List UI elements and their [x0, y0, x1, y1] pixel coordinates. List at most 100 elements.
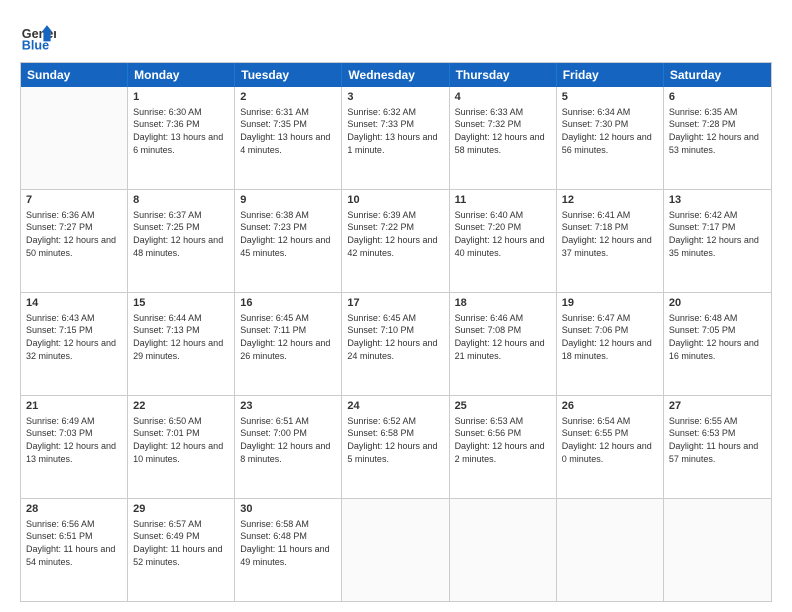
- calendar-cell: 10Sunrise: 6:39 AMSunset: 7:22 PMDayligh…: [342, 190, 449, 292]
- calendar-cell: 19Sunrise: 6:47 AMSunset: 7:06 PMDayligh…: [557, 293, 664, 395]
- calendar-header: SundayMondayTuesdayWednesdayThursdayFrid…: [21, 63, 771, 87]
- day-info: Sunrise: 6:31 AMSunset: 7:35 PMDaylight:…: [240, 106, 336, 156]
- day-info: Sunrise: 6:48 AMSunset: 7:05 PMDaylight:…: [669, 312, 766, 362]
- calendar-cell: [557, 499, 664, 601]
- calendar-cell: 2Sunrise: 6:31 AMSunset: 7:35 PMDaylight…: [235, 87, 342, 189]
- day-info: Sunrise: 6:58 AMSunset: 6:48 PMDaylight:…: [240, 518, 336, 568]
- day-header-saturday: Saturday: [664, 63, 771, 87]
- day-number: 18: [455, 296, 551, 311]
- day-number: 10: [347, 193, 443, 208]
- day-info: Sunrise: 6:56 AMSunset: 6:51 PMDaylight:…: [26, 518, 122, 568]
- calendar-cell: 14Sunrise: 6:43 AMSunset: 7:15 PMDayligh…: [21, 293, 128, 395]
- calendar-week-5: 28Sunrise: 6:56 AMSunset: 6:51 PMDayligh…: [21, 498, 771, 601]
- calendar-week-3: 14Sunrise: 6:43 AMSunset: 7:15 PMDayligh…: [21, 292, 771, 395]
- day-number: 19: [562, 296, 658, 311]
- day-number: 16: [240, 296, 336, 311]
- day-info: Sunrise: 6:32 AMSunset: 7:33 PMDaylight:…: [347, 106, 443, 156]
- calendar-cell: 16Sunrise: 6:45 AMSunset: 7:11 PMDayligh…: [235, 293, 342, 395]
- calendar-cell: 24Sunrise: 6:52 AMSunset: 6:58 PMDayligh…: [342, 396, 449, 498]
- day-number: 8: [133, 193, 229, 208]
- calendar-cell: 22Sunrise: 6:50 AMSunset: 7:01 PMDayligh…: [128, 396, 235, 498]
- day-info: Sunrise: 6:38 AMSunset: 7:23 PMDaylight:…: [240, 209, 336, 259]
- calendar-cell: 28Sunrise: 6:56 AMSunset: 6:51 PMDayligh…: [21, 499, 128, 601]
- day-info: Sunrise: 6:36 AMSunset: 7:27 PMDaylight:…: [26, 209, 122, 259]
- day-info: Sunrise: 6:57 AMSunset: 6:49 PMDaylight:…: [133, 518, 229, 568]
- day-number: 29: [133, 502, 229, 517]
- day-number: 14: [26, 296, 122, 311]
- day-number: 11: [455, 193, 551, 208]
- calendar-cell: 9Sunrise: 6:38 AMSunset: 7:23 PMDaylight…: [235, 190, 342, 292]
- calendar-cell: 18Sunrise: 6:46 AMSunset: 7:08 PMDayligh…: [450, 293, 557, 395]
- day-number: 1: [133, 90, 229, 105]
- day-header-friday: Friday: [557, 63, 664, 87]
- day-number: 26: [562, 399, 658, 414]
- day-header-sunday: Sunday: [21, 63, 128, 87]
- day-number: 22: [133, 399, 229, 414]
- calendar-body: 1Sunrise: 6:30 AMSunset: 7:36 PMDaylight…: [21, 87, 771, 601]
- day-info: Sunrise: 6:37 AMSunset: 7:25 PMDaylight:…: [133, 209, 229, 259]
- day-info: Sunrise: 6:42 AMSunset: 7:17 PMDaylight:…: [669, 209, 766, 259]
- calendar-cell: 6Sunrise: 6:35 AMSunset: 7:28 PMDaylight…: [664, 87, 771, 189]
- day-number: 2: [240, 90, 336, 105]
- day-number: 12: [562, 193, 658, 208]
- calendar-cell: [664, 499, 771, 601]
- calendar-cell: 20Sunrise: 6:48 AMSunset: 7:05 PMDayligh…: [664, 293, 771, 395]
- day-number: 27: [669, 399, 766, 414]
- calendar-cell: 29Sunrise: 6:57 AMSunset: 6:49 PMDayligh…: [128, 499, 235, 601]
- day-info: Sunrise: 6:55 AMSunset: 6:53 PMDaylight:…: [669, 415, 766, 465]
- day-number: 30: [240, 502, 336, 517]
- calendar-week-1: 1Sunrise: 6:30 AMSunset: 7:36 PMDaylight…: [21, 87, 771, 189]
- calendar-week-4: 21Sunrise: 6:49 AMSunset: 7:03 PMDayligh…: [21, 395, 771, 498]
- day-info: Sunrise: 6:39 AMSunset: 7:22 PMDaylight:…: [347, 209, 443, 259]
- day-number: 17: [347, 296, 443, 311]
- page-header: General Blue: [20, 18, 772, 54]
- day-info: Sunrise: 6:35 AMSunset: 7:28 PMDaylight:…: [669, 106, 766, 156]
- day-info: Sunrise: 6:50 AMSunset: 7:01 PMDaylight:…: [133, 415, 229, 465]
- calendar-cell: 11Sunrise: 6:40 AMSunset: 7:20 PMDayligh…: [450, 190, 557, 292]
- calendar-cell: 30Sunrise: 6:58 AMSunset: 6:48 PMDayligh…: [235, 499, 342, 601]
- day-number: 25: [455, 399, 551, 414]
- day-number: 21: [26, 399, 122, 414]
- calendar-cell: 26Sunrise: 6:54 AMSunset: 6:55 PMDayligh…: [557, 396, 664, 498]
- day-number: 4: [455, 90, 551, 105]
- calendar-cell: 25Sunrise: 6:53 AMSunset: 6:56 PMDayligh…: [450, 396, 557, 498]
- day-number: 28: [26, 502, 122, 517]
- day-info: Sunrise: 6:34 AMSunset: 7:30 PMDaylight:…: [562, 106, 658, 156]
- calendar-week-2: 7Sunrise: 6:36 AMSunset: 7:27 PMDaylight…: [21, 189, 771, 292]
- calendar-cell: [21, 87, 128, 189]
- day-info: Sunrise: 6:45 AMSunset: 7:10 PMDaylight:…: [347, 312, 443, 362]
- day-number: 20: [669, 296, 766, 311]
- logo: General Blue: [20, 18, 56, 54]
- calendar-cell: [342, 499, 449, 601]
- day-number: 15: [133, 296, 229, 311]
- day-info: Sunrise: 6:44 AMSunset: 7:13 PMDaylight:…: [133, 312, 229, 362]
- calendar-cell: [450, 499, 557, 601]
- day-info: Sunrise: 6:51 AMSunset: 7:00 PMDaylight:…: [240, 415, 336, 465]
- day-info: Sunrise: 6:45 AMSunset: 7:11 PMDaylight:…: [240, 312, 336, 362]
- day-number: 3: [347, 90, 443, 105]
- day-info: Sunrise: 6:41 AMSunset: 7:18 PMDaylight:…: [562, 209, 658, 259]
- calendar-cell: 12Sunrise: 6:41 AMSunset: 7:18 PMDayligh…: [557, 190, 664, 292]
- day-info: Sunrise: 6:46 AMSunset: 7:08 PMDaylight:…: [455, 312, 551, 362]
- calendar-cell: 7Sunrise: 6:36 AMSunset: 7:27 PMDaylight…: [21, 190, 128, 292]
- day-number: 13: [669, 193, 766, 208]
- calendar-cell: 21Sunrise: 6:49 AMSunset: 7:03 PMDayligh…: [21, 396, 128, 498]
- day-number: 6: [669, 90, 766, 105]
- calendar-cell: 8Sunrise: 6:37 AMSunset: 7:25 PMDaylight…: [128, 190, 235, 292]
- day-info: Sunrise: 6:49 AMSunset: 7:03 PMDaylight:…: [26, 415, 122, 465]
- day-number: 9: [240, 193, 336, 208]
- calendar: SundayMondayTuesdayWednesdayThursdayFrid…: [20, 62, 772, 602]
- day-info: Sunrise: 6:54 AMSunset: 6:55 PMDaylight:…: [562, 415, 658, 465]
- day-info: Sunrise: 6:43 AMSunset: 7:15 PMDaylight:…: [26, 312, 122, 362]
- day-header-tuesday: Tuesday: [235, 63, 342, 87]
- calendar-cell: 5Sunrise: 6:34 AMSunset: 7:30 PMDaylight…: [557, 87, 664, 189]
- day-number: 24: [347, 399, 443, 414]
- calendar-cell: 13Sunrise: 6:42 AMSunset: 7:17 PMDayligh…: [664, 190, 771, 292]
- day-info: Sunrise: 6:53 AMSunset: 6:56 PMDaylight:…: [455, 415, 551, 465]
- day-info: Sunrise: 6:47 AMSunset: 7:06 PMDaylight:…: [562, 312, 658, 362]
- calendar-cell: 27Sunrise: 6:55 AMSunset: 6:53 PMDayligh…: [664, 396, 771, 498]
- calendar-cell: 15Sunrise: 6:44 AMSunset: 7:13 PMDayligh…: [128, 293, 235, 395]
- day-header-thursday: Thursday: [450, 63, 557, 87]
- calendar-cell: 23Sunrise: 6:51 AMSunset: 7:00 PMDayligh…: [235, 396, 342, 498]
- day-header-wednesday: Wednesday: [342, 63, 449, 87]
